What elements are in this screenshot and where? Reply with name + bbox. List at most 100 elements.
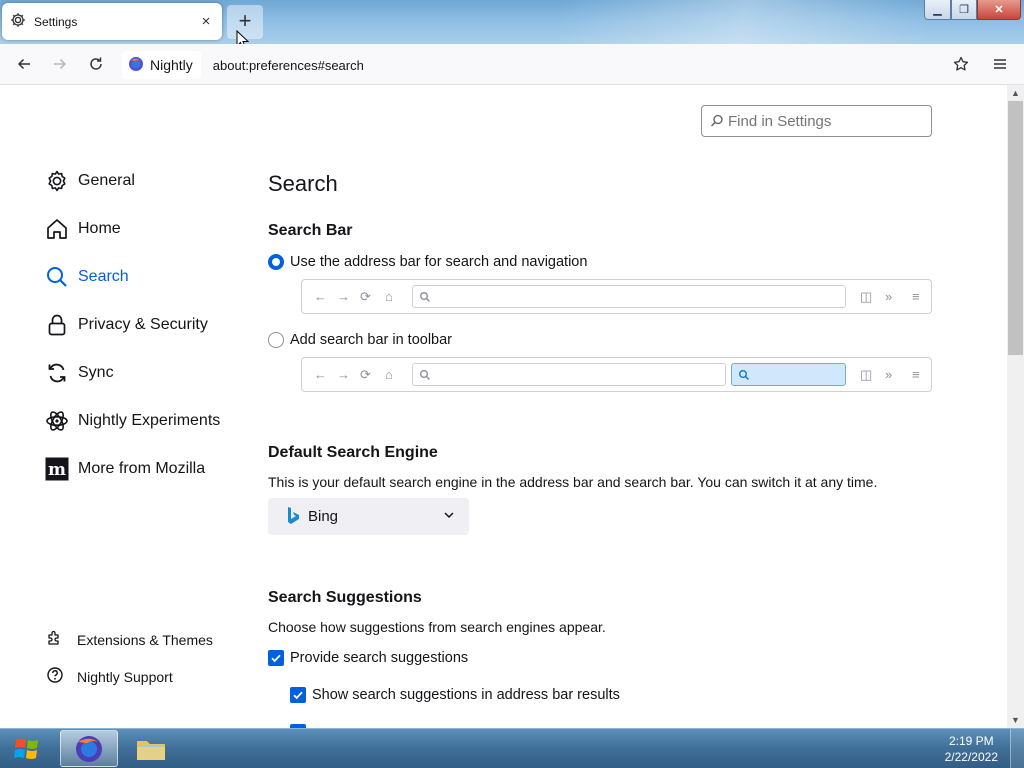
checkbox-checked[interactable] (268, 650, 284, 666)
system-clock[interactable]: 2:19 PM 2/22/2022 (945, 733, 998, 765)
sidebar-icon: ◫ (860, 367, 873, 382)
taskbar-explorer[interactable] (122, 730, 180, 767)
footer-label: Extensions & Themes (77, 631, 213, 648)
back-arrow-icon (17, 58, 30, 70)
category-sync[interactable]: Sync (44, 360, 114, 386)
scroll-down-icon[interactable]: ▼ (1007, 712, 1024, 728)
toolbar-preview-address-bar: ← → ⟳ ⌂ ◫ » ≡ (301, 279, 932, 314)
forward-button[interactable] (44, 48, 76, 80)
hamburger-menu-icon: ≡ (912, 367, 920, 382)
radio-use-address-bar[interactable]: Use the address bar for search and navig… (268, 254, 587, 270)
category-label: Privacy & Security (78, 316, 208, 333)
reload-icon: ⟳ (360, 289, 371, 304)
preview-search-field (731, 363, 846, 386)
help-icon (46, 666, 64, 687)
home-icon: ⌂ (385, 367, 393, 382)
tab-close-button[interactable]: × (198, 13, 214, 30)
sidebar-icon: ◫ (860, 289, 873, 304)
checkbox-provide-suggestions[interactable]: Provide search suggestions (268, 650, 468, 666)
forward-arrow-icon: → (337, 367, 350, 382)
default-engine-select[interactable]: Bing (268, 498, 469, 535)
category-label: Search (78, 268, 129, 285)
identity-label: Nightly (150, 57, 193, 73)
category-label: General (78, 172, 135, 189)
checkbox-show-in-address-bar[interactable]: Show search suggestions in address bar r… (290, 687, 620, 703)
show-desktop-button[interactable] (1010, 729, 1024, 768)
checkmark-icon (293, 691, 303, 700)
category-general[interactable]: General (44, 168, 135, 194)
toolbar-preview-search-bar: ← → ⟳ ⌂ ◫ » ≡ (301, 357, 932, 392)
category-search[interactable]: Search (44, 264, 129, 290)
minimize-icon: ▁ (933, 4, 942, 16)
category-nightly-experiments[interactable]: Nightly Experiments (44, 408, 220, 434)
find-in-settings-input[interactable] (728, 112, 918, 130)
radio-unselected[interactable] (268, 332, 284, 348)
category-more-from-mozilla[interactable]: m More from Mozilla (44, 456, 205, 482)
start-button[interactable] (2, 729, 52, 768)
taskbar-nightly[interactable] (60, 730, 118, 767)
overflow-icon: » (885, 367, 893, 382)
page-scrollbar[interactable]: ▲ ▼ (1007, 85, 1024, 728)
navigation-toolbar: Nightly about:preferences#search (0, 44, 1024, 85)
identity-box[interactable]: Nightly (122, 51, 201, 79)
search-icon (739, 370, 750, 381)
reload-icon (90, 57, 102, 70)
footer-extensions-themes[interactable]: Extensions & Themes (46, 629, 213, 650)
scrollbar-thumb[interactable] (1008, 101, 1023, 355)
scroll-up-icon[interactable]: ▲ (1007, 85, 1024, 101)
forward-arrow-icon: → (337, 289, 350, 304)
category-label: Home (78, 220, 121, 237)
checkbox-checked[interactable] (290, 687, 306, 703)
address-bar[interactable]: Nightly about:preferences#search (122, 49, 942, 81)
folder-icon (137, 740, 165, 760)
restore-button[interactable]: ❐ (951, 0, 977, 20)
home-icon: ⌂ (385, 289, 393, 304)
category-home[interactable]: Home (44, 216, 121, 242)
hamburger-menu-icon: ≡ (912, 289, 920, 304)
gear-icon (44, 168, 70, 194)
tab-settings[interactable]: Settings × (2, 3, 222, 40)
page-title: Search (268, 171, 338, 196)
sync-icon (44, 360, 70, 386)
url-text[interactable]: about:preferences#search (213, 58, 364, 73)
back-arrow-icon: ← (314, 367, 327, 382)
preview-url-field (412, 363, 726, 386)
windows-logo-icon (14, 739, 38, 759)
back-arrow-icon: ← (314, 289, 327, 304)
lock-icon (44, 312, 70, 338)
bookmark-star-button[interactable] (945, 48, 977, 80)
find-in-settings[interactable] (701, 105, 932, 137)
close-icon: ✕ (994, 4, 1004, 16)
restore-icon: ❐ (959, 4, 969, 16)
nightly-logo-icon (76, 735, 102, 762)
radio-add-search-bar[interactable]: Add search bar in toolbar (268, 332, 452, 348)
search-icon (420, 370, 431, 381)
home-icon (44, 216, 70, 242)
checkbox-label: Show search suggestions in address bar r… (312, 687, 620, 703)
checkmark-icon (271, 654, 281, 663)
default-engine-value: Bing (308, 508, 339, 525)
reload-icon: ⟳ (360, 367, 371, 382)
close-window-button[interactable]: ✕ (977, 0, 1021, 20)
app-menu-button[interactable] (984, 48, 1016, 80)
suggestions-heading: Search Suggestions (268, 589, 422, 606)
footer-nightly-support[interactable]: Nightly Support (46, 666, 173, 687)
minimize-button[interactable]: ▁ (924, 0, 951, 20)
search-icon (44, 264, 70, 290)
radio-selected[interactable] (268, 254, 284, 270)
puzzle-icon (46, 629, 64, 650)
clock-time: 2:19 PM (948, 734, 994, 748)
star-icon (953, 56, 969, 71)
experiments-icon (44, 408, 70, 434)
forward-arrow-icon (54, 58, 67, 70)
back-button[interactable] (8, 48, 40, 80)
hamburger-menu-icon (994, 59, 1006, 69)
category-privacy-security[interactable]: Privacy & Security (44, 312, 208, 338)
preview-url-field (412, 285, 846, 308)
windows-taskbar: 2:19 PM 2/22/2022 (0, 728, 1024, 768)
search-icon (711, 114, 723, 127)
reload-button[interactable] (80, 48, 112, 80)
window-titlebar: Settings × + ▁ ❐ ✕ (0, 0, 1024, 50)
gear-icon (10, 12, 26, 31)
category-label: Sync (78, 364, 114, 381)
